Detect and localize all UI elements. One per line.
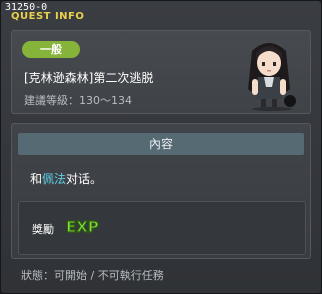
objective-suffix: 对话。 (66, 172, 103, 186)
objective-prefix: 和 (30, 172, 43, 186)
quest-status: 狀態：可開始 / 不可執行任務 (21, 269, 164, 282)
quest-objective-text: 和佩法对话。 (30, 170, 102, 187)
npc-avatar (248, 43, 296, 111)
content-header: 內容 (18, 133, 304, 155)
reward-label: 獎勵 (32, 223, 54, 236)
quest-summary-panel: 一般 [克林逊森林]第二次逃脱 建議等級：130～134 (11, 30, 311, 114)
quest-content-panel: 內容 和佩法对话。 獎勵 EXP (11, 123, 311, 259)
exp-icon-text: EXP (66, 218, 99, 236)
reward-box: 獎勵 EXP (18, 201, 306, 255)
quest-level-requirement: 建議等級：130～134 (24, 94, 132, 107)
quest-info-window: 31250-0 QUEST INFO 一般 [克林逊森林]第二次逃脱 建議等級：… (0, 0, 322, 294)
npc-name-link[interactable]: 佩法 (42, 172, 66, 186)
quest-name: [克林逊森林]第二次逃脱 (24, 71, 154, 85)
quest-category-badge: 一般 (22, 41, 80, 58)
exp-icon[interactable]: EXP (65, 215, 105, 237)
window-title: QUEST INFO (11, 11, 85, 22)
